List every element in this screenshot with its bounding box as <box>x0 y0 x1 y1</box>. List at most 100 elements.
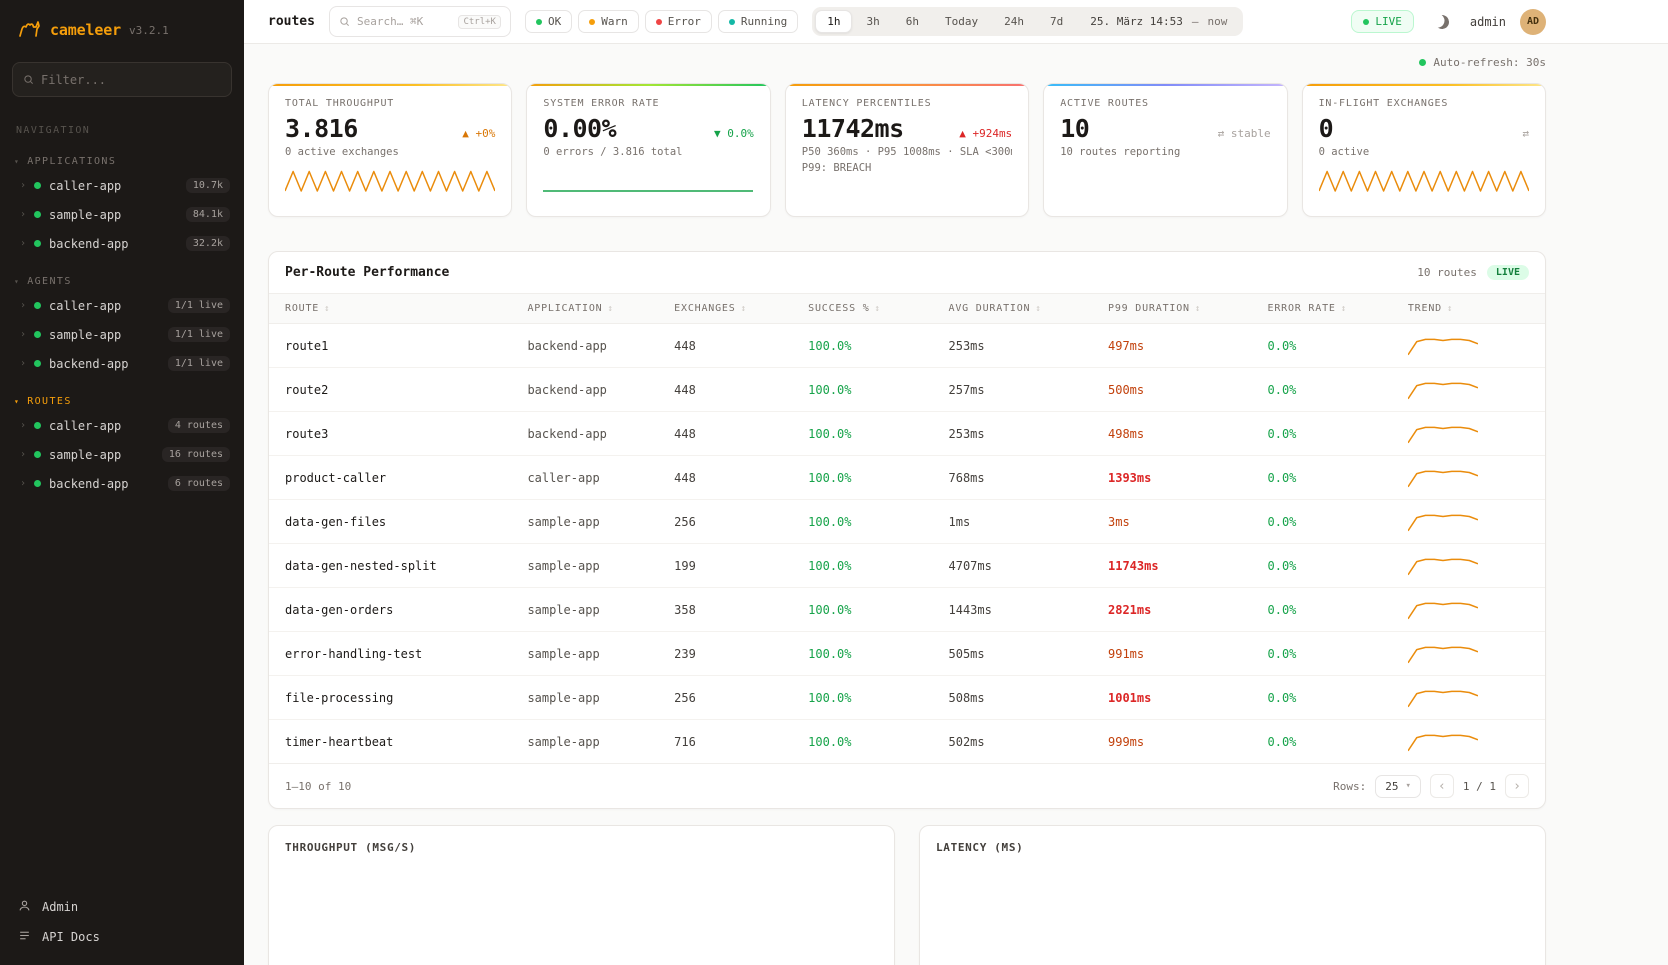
kpi-card: ACTIVE ROUTES 10 ⇄ stable 10 routes repo… <box>1043 83 1287 217</box>
sidebar-item-badge: 6 routes <box>168 476 230 491</box>
status-filter-chip[interactable]: Warn <box>578 10 639 33</box>
time-range-button[interactable]: 1h <box>815 10 852 33</box>
sidebar-item[interactable]: › backend-app 32.2k <box>0 229 244 258</box>
kpi-subtitle: 0 errors / 3.816 total <box>543 146 753 158</box>
table-row[interactable]: data-gen-nested-split sample-app 199 100… <box>269 544 1545 588</box>
kpi-value-row: 11742ms ▲ +924ms <box>802 114 1012 143</box>
table-row[interactable]: timer-heartbeat sample-app 716 100.0% 50… <box>269 720 1545 764</box>
table-row[interactable]: product-caller caller-app 448 100.0% 768… <box>269 456 1545 500</box>
column-header[interactable]: ROUTE↕ <box>269 294 511 324</box>
sidebar-item-admin[interactable]: Admin <box>18 899 226 915</box>
sidebar-item-badge: 32.2k <box>186 236 230 251</box>
section-title-label: APPLICATIONS <box>27 156 116 167</box>
dark-mode-toggle[interactable] <box>1428 8 1456 36</box>
sidebar-section-title[interactable]: ▾ AGENTS <box>0 272 244 291</box>
status-dot-icon <box>34 331 41 338</box>
date-separator: — <box>1192 15 1199 28</box>
content-area: routes Ctrl+K OK Warn Error Running 1h 3… <box>244 0 1668 965</box>
kpi-value: 0.00% <box>543 114 616 143</box>
route-name-cell: error-handling-test <box>269 632 511 676</box>
table-row[interactable]: file-processing sample-app 256 100.0% 50… <box>269 676 1545 720</box>
search-box[interactable]: Ctrl+K <box>329 6 511 37</box>
table-row[interactable]: data-gen-files sample-app 256 100.0% 1ms… <box>269 500 1545 544</box>
time-range-button[interactable]: 3h <box>854 10 891 33</box>
kpi-title: TOTAL THROUGHPUT <box>285 98 495 109</box>
next-page-button[interactable]: › <box>1505 774 1529 798</box>
sidebar-section-title[interactable]: ▾ ROUTES <box>0 392 244 411</box>
chip-label: Warn <box>601 15 628 28</box>
search-icon <box>339 12 350 31</box>
sidebar-item[interactable]: › backend-app 1/1 live <box>0 349 244 378</box>
time-range-button[interactable]: 24h <box>992 10 1036 33</box>
p99-duration-cell: 11743ms <box>1092 544 1252 588</box>
sidebar-item[interactable]: › sample-app 16 routes <box>0 440 244 469</box>
kpi-subtitle: 0 active exchanges <box>285 146 495 158</box>
chevron-right-icon: › <box>20 358 26 369</box>
sidebar-item-badge: 10.7k <box>186 178 230 193</box>
date-end: now <box>1208 15 1228 28</box>
table-row[interactable]: error-handling-test sample-app 239 100.0… <box>269 632 1545 676</box>
kpi-value: 11742ms <box>802 114 904 143</box>
table-row[interactable]: route1 backend-app 448 100.0% 253ms 497m… <box>269 324 1545 368</box>
status-filter-chip[interactable]: Running <box>718 10 798 33</box>
chevron-right-icon: › <box>20 329 26 340</box>
table-row[interactable]: route2 backend-app 448 100.0% 257ms 500m… <box>269 368 1545 412</box>
column-header[interactable]: ERROR RATE↕ <box>1252 294 1392 324</box>
table-row[interactable]: route3 backend-app 448 100.0% 253ms 498m… <box>269 412 1545 456</box>
kpi-sparkline <box>543 165 753 199</box>
exchanges-cell: 448 <box>658 368 792 412</box>
sort-icon: ↕ <box>1195 304 1201 314</box>
success-rate-cell: 100.0% <box>792 676 932 720</box>
column-header[interactable]: AVG DURATION↕ <box>933 294 1093 324</box>
app-name: cameleer <box>50 21 121 39</box>
success-rate-cell: 100.0% <box>792 632 932 676</box>
sidebar-item[interactable]: › caller-app 10.7k <box>0 171 244 200</box>
sidebar-item[interactable]: › caller-app 1/1 live <box>0 291 244 320</box>
status-dot-icon <box>536 19 542 25</box>
avg-duration-cell: 1443ms <box>933 588 1093 632</box>
search-icon <box>23 70 34 89</box>
sidebar-item[interactable]: › sample-app 1/1 live <box>0 320 244 349</box>
application-cell: backend-app <box>511 412 658 456</box>
sidebar-item-api-docs[interactable]: API Docs <box>18 929 226 945</box>
live-status-badge[interactable]: LIVE <box>1351 10 1414 33</box>
column-header[interactable]: TREND↕ <box>1392 294 1545 324</box>
date-range[interactable]: 25. März 14:53 — now <box>1077 15 1240 28</box>
exchanges-cell: 448 <box>658 412 792 456</box>
sidebar-section-title[interactable]: ▾ APPLICATIONS <box>0 152 244 171</box>
throughput-chart-panel: THROUGHPUT (MSG/S) <box>268 825 895 965</box>
time-range-button[interactable]: 6h <box>894 10 931 33</box>
sidebar-filter-box[interactable] <box>12 62 232 97</box>
column-header[interactable]: EXCHANGES↕ <box>658 294 792 324</box>
time-range-button[interactable]: Today <box>933 10 990 33</box>
app-version: v3.2.1 <box>129 24 169 37</box>
application-cell: caller-app <box>511 456 658 500</box>
status-filter-chip[interactable]: Error <box>645 10 712 33</box>
prev-page-button[interactable]: ‹ <box>1430 774 1454 798</box>
rows-per-page-select[interactable]: 25 ▾ <box>1375 775 1421 798</box>
route-name-cell: product-caller <box>269 456 511 500</box>
time-range-button[interactable]: 7d <box>1038 10 1075 33</box>
sidebar-item[interactable]: › backend-app 6 routes <box>0 469 244 498</box>
sidebar-item-badge: 16 routes <box>162 447 230 462</box>
kpi-subtitle-secondary: P99: BREACH <box>802 162 1012 174</box>
search-input[interactable] <box>357 15 451 28</box>
trend-sparkline <box>1392 368 1545 412</box>
sidebar-item[interactable]: › caller-app 4 routes <box>0 411 244 440</box>
kpi-accent-bar <box>786 84 1028 86</box>
p99-duration-cell: 991ms <box>1092 632 1252 676</box>
column-header[interactable]: APPLICATION↕ <box>511 294 658 324</box>
route-table: ROUTE↕ APPLICATION↕ EXCHANGES↕ SUCCESS %… <box>269 293 1545 763</box>
sidebar-item-label: Admin <box>42 900 78 914</box>
avatar[interactable]: AD <box>1520 9 1546 35</box>
kpi-value-row: 10 ⇄ stable <box>1060 114 1270 143</box>
kpi-value-row: 0.00% ▼ 0.0% <box>543 114 753 143</box>
table-row[interactable]: data-gen-orders sample-app 358 100.0% 14… <box>269 588 1545 632</box>
route-table-body: route1 backend-app 448 100.0% 253ms 497m… <box>269 324 1545 764</box>
sidebar-item-label: backend-app <box>49 477 128 491</box>
column-header[interactable]: P99 DURATION↕ <box>1092 294 1252 324</box>
sidebar-item[interactable]: › sample-app 84.1k <box>0 200 244 229</box>
status-filter-chip[interactable]: OK <box>525 10 572 33</box>
column-header[interactable]: SUCCESS %↕ <box>792 294 932 324</box>
sidebar-filter-input[interactable] <box>41 73 221 87</box>
